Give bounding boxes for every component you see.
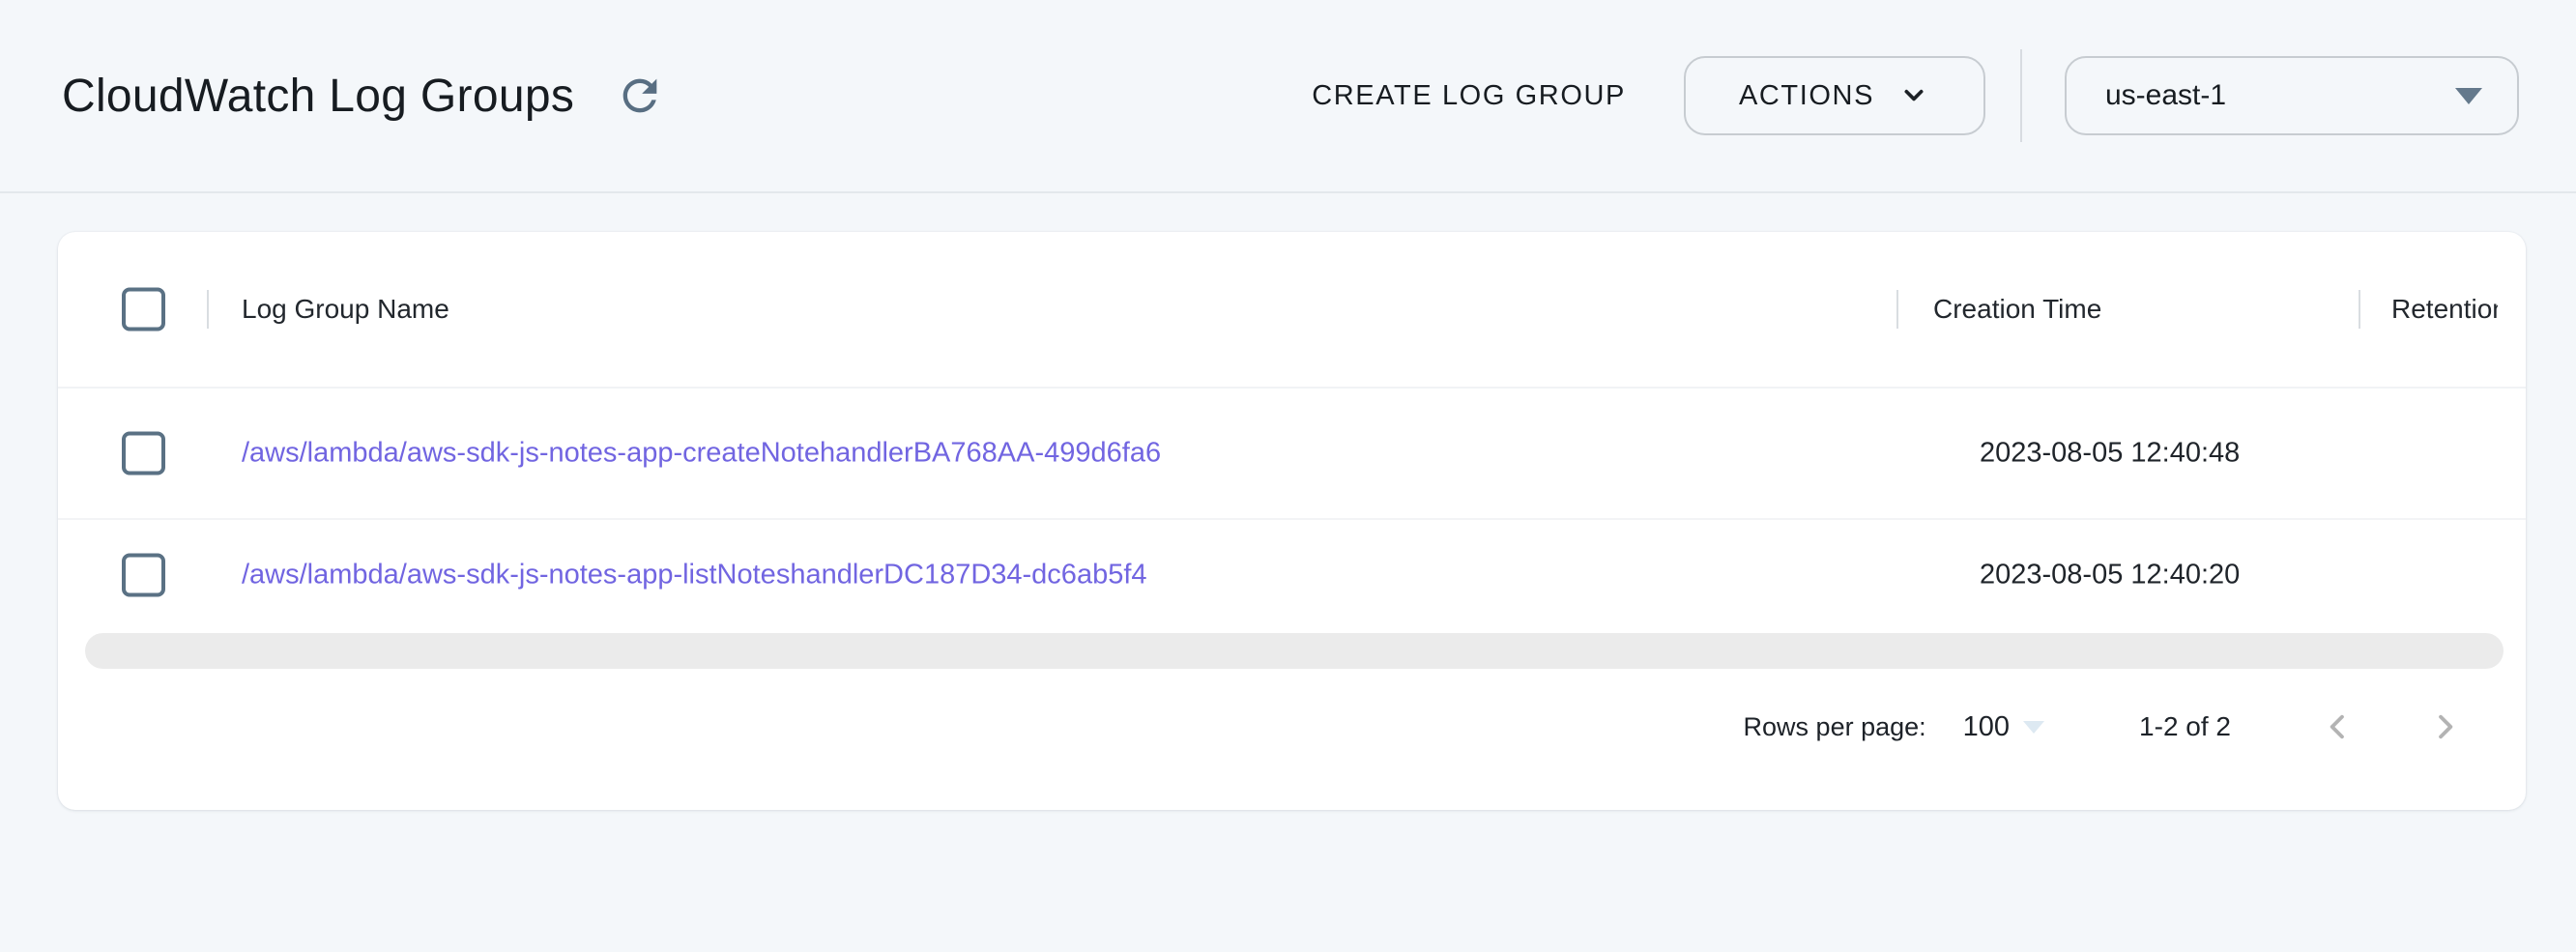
column-divider (2359, 290, 2360, 329)
column-divider (207, 290, 209, 329)
chevron-left-icon (2320, 708, 2357, 745)
region-selector[interactable]: us-east-1 (2065, 56, 2519, 135)
row-checkbox[interactable] (122, 432, 165, 476)
row-checkbox[interactable] (122, 554, 165, 597)
region-selector-value: us-east-1 (2105, 79, 2455, 112)
refresh-button[interactable] (615, 71, 665, 121)
page-title: CloudWatch Log Groups (62, 70, 574, 123)
chevron-down-icon (1897, 79, 1930, 112)
header-actions: CREATE LOG GROUP ACTIONS us-east-1 (1312, 49, 2519, 142)
next-page-button[interactable] (2426, 708, 2463, 745)
actions-button-label: ACTIONS (1739, 80, 1874, 112)
previous-page-button[interactable] (2320, 708, 2357, 745)
select-all-checkbox[interactable] (122, 288, 165, 332)
table-row: /aws/lambda/aws-sdk-js-notes-app-listNot… (58, 520, 2526, 630)
title-group: CloudWatch Log Groups (62, 70, 665, 123)
pagination-bar: Rows per page: 100 1-2 of 2 (1744, 693, 2463, 761)
column-header-retention: Retention (2391, 294, 2498, 325)
create-log-group-button[interactable]: CREATE LOG GROUP (1312, 80, 1626, 112)
rows-per-page-select[interactable]: 100 (1963, 711, 2010, 743)
table-row: /aws/lambda/aws-sdk-js-notes-app-createN… (58, 389, 2526, 520)
column-header-log-group-name: Log Group Name (242, 294, 449, 325)
log-group-link[interactable]: /aws/lambda/aws-sdk-js-notes-app-listNot… (242, 560, 1147, 591)
rows-per-page-arrow-icon[interactable] (2023, 721, 2044, 734)
creation-time-cell: 2023-08-05 12:40:20 (1980, 560, 2240, 591)
rows-per-page-label: Rows per page: (1744, 712, 1926, 742)
pagination-range-label: 1-2 of 2 (2139, 711, 2231, 742)
app-header: CloudWatch Log Groups CREATE LOG GROUP A… (0, 0, 2576, 193)
actions-button[interactable]: ACTIONS (1684, 56, 1985, 135)
creation-time-cell: 2023-08-05 12:40:48 (1980, 438, 2240, 470)
refresh-icon (615, 71, 665, 121)
log-group-link[interactable]: /aws/lambda/aws-sdk-js-notes-app-createN… (242, 438, 1161, 470)
column-divider (1896, 290, 1898, 329)
dropdown-triangle-icon (2455, 88, 2482, 104)
column-header-creation-time: Creation Time (1933, 294, 2101, 325)
chevron-right-icon (2426, 708, 2463, 745)
horizontal-scrollbar-thumb[interactable] (85, 633, 2504, 669)
log-groups-card: Log Group Name Creation Time Retention /… (58, 232, 2526, 810)
header-divider (2020, 49, 2022, 142)
horizontal-scrollbar-track (58, 633, 2526, 669)
table-header-row: Log Group Name Creation Time Retention (58, 232, 2526, 389)
